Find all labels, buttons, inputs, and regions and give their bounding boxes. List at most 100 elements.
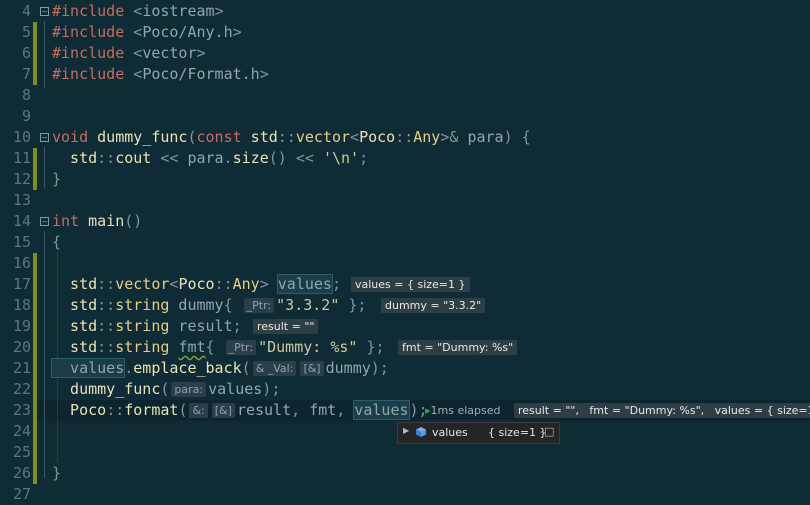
change-bar	[33, 274, 37, 295]
code-token: dummy_func	[52, 380, 161, 398]
code-token: dummy	[169, 296, 224, 314]
code-line[interactable]: 6 #include <vector>	[0, 43, 810, 64]
code-line[interactable]: 9	[0, 106, 810, 127]
line-number: 23	[12, 401, 31, 419]
inlay-hint: para:	[171, 382, 207, 397]
line-number: 17	[12, 275, 31, 293]
code-token: ) {	[503, 128, 531, 146]
code-line[interactable]: 10− void dummy_func(const std::vector<Poc…	[0, 127, 810, 148]
line-number: 13	[12, 191, 31, 209]
code-token: ::	[97, 149, 116, 167]
code-text[interactable]: std::string fmt{ _Ptr: "Dummy: %s" };	[52, 337, 384, 358]
code-token: std	[52, 317, 98, 335]
code-line[interactable]: 26}	[0, 463, 810, 484]
code-text[interactable]: values.emplace_back(& _Val: [&] dummy);	[50, 358, 389, 379]
code-token: Poco/Format.h	[142, 65, 260, 83]
change-bar	[33, 379, 37, 400]
code-text[interactable]: std::string dummy{ _Ptr: "3.3.2" };	[52, 295, 366, 316]
code-text[interactable]: #include <Poco/Any.h>	[52, 22, 242, 43]
code-token: (	[241, 359, 251, 377]
code-text[interactable]: dummy_func(para: values);	[52, 379, 280, 400]
code-token: string	[115, 338, 170, 356]
fold-toggle-icon[interactable]: −	[40, 217, 49, 226]
change-bar	[33, 106, 37, 127]
expand-triangle-icon[interactable]: ▶	[403, 426, 409, 435]
code-line[interactable]: 15 {	[0, 232, 810, 253]
code-token: std	[52, 296, 98, 314]
code-text[interactable]: #include <vector>	[52, 43, 206, 64]
line-number: 12	[12, 170, 31, 188]
inlay-hint: _Ptr:	[225, 340, 257, 355]
code-line[interactable]: 4− #include <iostream>	[0, 1, 810, 22]
code-text[interactable]: {	[52, 232, 61, 253]
code-line[interactable]: 5 #include <Poco/Any.h>	[0, 22, 810, 43]
code-text[interactable]: void dummy_func(const std::vector<Poco::…	[52, 127, 531, 148]
code-token: }	[52, 464, 62, 482]
code-text[interactable]: int main()	[52, 211, 142, 232]
code-line[interactable]: 21 values.emplace_back(& _Val: [&] dummy);	[0, 358, 810, 379]
variable-hover-tooltip[interactable]: ▶ values { size=1 } -□	[397, 422, 560, 444]
line-number: 27	[12, 485, 31, 503]
code-token: ,	[336, 401, 355, 419]
code-text[interactable]: }	[52, 169, 61, 190]
code-token: dummy_func	[88, 128, 188, 146]
line-number: 19	[12, 317, 31, 335]
change-bar	[33, 148, 37, 169]
code-token: #include	[52, 65, 125, 83]
datatip-dummy[interactable]: dummy = "3.3.2"	[381, 298, 486, 313]
change-bar	[33, 442, 37, 463]
datatip-line-23[interactable]: result = "", fmt = "Dummy: %s", values =…	[514, 403, 810, 418]
code-text[interactable]: std::cout << para.size() << '\n';	[52, 148, 368, 169]
code-line[interactable]: 14− int main()	[0, 211, 810, 232]
tooltip-variable-name: values	[432, 426, 468, 439]
code-line[interactable]: 12}	[0, 169, 810, 190]
code-token: {	[223, 296, 242, 314]
line-number: 14	[12, 212, 31, 230]
datatip-fmt[interactable]: fmt = "Dummy: %s"	[398, 340, 518, 355]
code-editor[interactable]: 4− #include <iostream> 5 #include <Poco/Any…	[0, 0, 810, 503]
inlay-hint: &:	[189, 403, 208, 418]
fold-toggle-icon[interactable]: −	[40, 133, 49, 142]
pin-icon[interactable]: -□	[540, 425, 554, 438]
code-text[interactable]: #include <iostream>	[52, 1, 224, 22]
change-bar	[33, 421, 37, 442]
code-line[interactable]: 8	[0, 85, 810, 106]
code-line[interactable]: 19 std::string result;	[0, 316, 810, 337]
code-line[interactable]: 16	[0, 253, 810, 274]
code-token: >	[259, 65, 269, 83]
code-line[interactable]: 13	[0, 190, 810, 211]
code-token: values	[276, 274, 333, 294]
inlay-hint: [&]	[211, 403, 235, 418]
code-line[interactable]: 11 std::cout << para.size() << '\n';	[0, 148, 810, 169]
code-token: format	[124, 401, 179, 419]
code-token: Any	[232, 275, 260, 293]
code-token: (	[187, 128, 197, 146]
code-text[interactable]: }	[52, 463, 61, 484]
datatip-values[interactable]: values = { size=1 }	[351, 277, 470, 292]
code-token: para	[467, 128, 504, 146]
code-line[interactable]: 27	[0, 484, 810, 505]
fold-toggle-icon[interactable]: −	[40, 7, 49, 16]
line-number: 24	[12, 422, 31, 440]
code-token: #include	[52, 2, 125, 20]
code-token: std	[52, 149, 98, 167]
code-token: "3.3.2"	[276, 296, 340, 314]
code-text[interactable]: std::vector<Poco::Any> values;	[52, 274, 341, 295]
line-number: 26	[12, 464, 31, 482]
code-text[interactable]: Poco::format(&: [&] result, fmt, values);	[52, 400, 428, 421]
code-token: );	[262, 380, 281, 398]
datatip-result[interactable]: result = ""	[253, 319, 319, 334]
code-token: Poco	[178, 275, 215, 293]
code-token: .	[124, 359, 134, 377]
code-line[interactable]: 25	[0, 442, 810, 463]
tooltip-variable-value: { size=1 }	[488, 426, 547, 439]
change-bar	[33, 64, 37, 85]
code-token: values	[50, 358, 126, 378]
code-line[interactable]: 7 #include <Poco/Format.h>	[0, 64, 810, 85]
code-token: Poco	[52, 401, 107, 419]
code-text[interactable]: #include <Poco/Format.h>	[52, 64, 269, 85]
code-line[interactable]: 22 dummy_func(para: values);	[0, 379, 810, 400]
code-token: result	[169, 317, 233, 335]
code-token: dummy	[325, 359, 371, 377]
code-text[interactable]: std::string result;	[52, 316, 242, 337]
